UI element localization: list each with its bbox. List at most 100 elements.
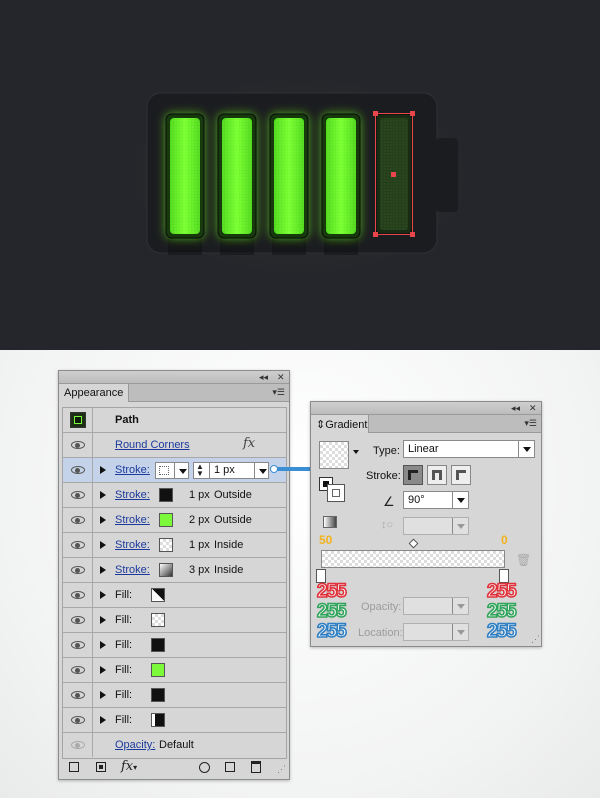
stroke-proxy-icon[interactable] [327,484,345,502]
new-stroke-icon[interactable] [69,762,79,772]
visibility-eye-icon[interactable] [71,441,85,449]
opacity-select[interactable] [403,597,469,615]
location-label: Location: [358,627,403,639]
trash-icon[interactable] [251,761,261,773]
color-swatch[interactable] [151,688,165,702]
gradient-swatch[interactable] [159,563,173,577]
visibility-eye-icon[interactable] [71,616,85,624]
stroke-link[interactable]: Stroke: [115,564,150,576]
chevron-down-icon[interactable] [174,463,188,478]
pattern-swatch[interactable] [151,588,165,602]
visibility-eye-icon[interactable] [71,516,85,524]
fx-menu-icon[interactable]: fx▾ [121,759,137,774]
expand-triangle-icon[interactable] [100,566,106,574]
stroke-across-icon[interactable] [451,465,471,485]
expand-triangle-icon[interactable] [100,541,106,549]
path-row[interactable]: Path [63,408,286,433]
stroke-row[interactable]: Stroke: 3 px Inside [63,558,286,583]
chevron-down-icon[interactable] [518,441,534,457]
expand-triangle-icon[interactable] [100,516,106,524]
fill-row[interactable]: Fill: [63,658,286,683]
tab-gradient[interactable]: ⇕Gradient [311,415,369,433]
location-select[interactable] [403,623,469,641]
expand-triangle-icon[interactable] [100,641,106,649]
collapse-icon[interactable]: ◂◂ [511,402,520,414]
color-swatch[interactable] [159,513,173,527]
stroke-row[interactable]: Stroke: 2 px Outside [63,508,286,533]
expand-triangle-icon[interactable] [100,716,106,724]
panel-topbar[interactable]: ◂◂ ✕ [311,402,541,415]
expand-triangle-icon[interactable] [100,616,106,624]
visibility-eye-icon[interactable] [71,566,85,574]
panel-menu-icon[interactable]: ▾☰ [524,418,537,429]
gradient-slider[interactable] [321,550,505,568]
stepper-arrows-icon[interactable]: ▲ ▼ [196,463,204,478]
visibility-eye-icon[interactable] [71,716,85,724]
tab-appearance[interactable]: Appearance [59,384,129,402]
visibility-eye-icon[interactable] [71,666,85,674]
fill-row[interactable]: Fill: [63,633,286,658]
resize-grip-icon[interactable]: ⋰ [277,764,286,775]
visibility-eye-icon[interactable] [71,591,85,599]
stroke-weight-value[interactable]: 1 px [214,464,235,476]
color-swatch[interactable] [151,638,165,652]
collapse-icon[interactable]: ◂◂ [259,371,268,383]
visibility-eye-icon[interactable] [71,641,85,649]
stroke-link[interactable]: Stroke: [115,489,150,501]
fill-row[interactable]: Fill: [63,708,286,733]
stroke-weight-stepper[interactable]: ▲ ▼ 1 px [193,462,269,479]
aspect-ratio-select[interactable] [403,517,469,535]
expand-triangle-icon[interactable] [100,666,106,674]
new-fill-icon[interactable] [96,762,106,772]
stroke-color-picker[interactable] [155,462,189,479]
expand-triangle-icon[interactable] [100,691,106,699]
effect-row-round-corners[interactable]: Round Corners fx [63,433,286,458]
midpoint-diamond-icon[interactable] [408,538,419,549]
close-icon[interactable]: ✕ [529,402,537,414]
checker-swatch[interactable] [151,613,165,627]
fill-row[interactable]: Fill: [63,608,286,633]
chevron-down-icon[interactable] [452,492,468,508]
stroke-row[interactable]: Stroke: 1 px Outside [63,483,286,508]
visibility-eye-icon[interactable] [71,466,85,474]
stroke-row-selected[interactable]: Stroke: ▲ ▼ 1 px [63,458,286,483]
trash-icon[interactable]: 🗑 [516,553,531,567]
stroke-link[interactable]: Stroke: [115,539,150,551]
opacity-link[interactable]: Opacity: [115,739,155,751]
expand-triangle-icon[interactable] [100,491,106,499]
checker-swatch[interactable] [159,538,173,552]
resize-grip-icon[interactable]: ⋰ [531,634,540,645]
stroke-along-icon[interactable] [427,465,447,485]
half-swatch[interactable] [151,713,165,727]
expand-triangle-icon[interactable] [100,466,106,474]
visibility-eye-icon[interactable] [71,491,85,499]
visibility-eye-icon[interactable] [71,541,85,549]
stroke-link[interactable]: Stroke: [115,464,150,476]
fill-row[interactable]: Fill: [63,583,286,608]
chevron-down-icon[interactable] [254,463,268,478]
type-select[interactable]: Linear [403,440,535,458]
angle-select[interactable]: 90° [403,491,469,509]
reverse-gradient-icon[interactable] [323,516,337,528]
stroke-within-icon[interactable] [403,465,423,485]
visibility-eye-icon[interactable] [71,741,85,749]
color-swatch[interactable] [159,488,173,502]
chevron-down-icon[interactable] [452,518,468,534]
clear-icon[interactable] [199,762,210,773]
color-swatch[interactable] [151,663,165,677]
chevron-down-icon[interactable] [452,624,468,640]
stroke-link[interactable]: Stroke: [115,514,150,526]
chevron-down-icon[interactable] [353,450,359,454]
chevron-down-icon[interactable] [452,598,468,614]
opacity-row[interactable]: Opacity: Default [63,733,286,758]
visibility-eye-icon[interactable] [71,691,85,699]
duplicate-icon[interactable] [225,762,235,772]
stroke-row[interactable]: Stroke: 1 px Inside [63,533,286,558]
close-icon[interactable]: ✕ [277,371,285,383]
panel-menu-icon[interactable]: ▾☰ [272,387,285,398]
gradient-preview-swatch[interactable] [319,441,349,469]
panel-topbar[interactable]: ◂◂ ✕ [59,371,289,384]
round-corners-link[interactable]: Round Corners [115,439,190,451]
expand-triangle-icon[interactable] [100,591,106,599]
fill-row[interactable]: Fill: [63,683,286,708]
